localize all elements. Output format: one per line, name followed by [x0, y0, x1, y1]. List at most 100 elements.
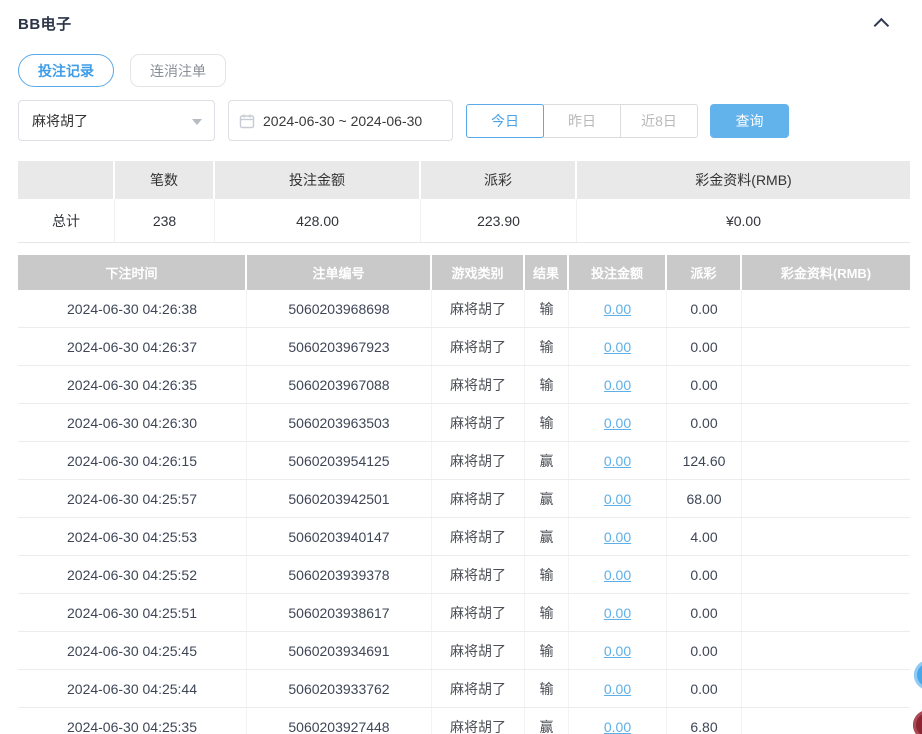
payout-cell: 68.00 — [667, 480, 742, 517]
jackpot-cell — [742, 556, 910, 593]
result-cell: 输 — [525, 404, 569, 441]
game-type-cell: 麻将胡了 — [432, 404, 525, 441]
bet-amount-link[interactable]: 0.00 — [604, 605, 631, 621]
bet-amount-link[interactable]: 0.00 — [604, 491, 631, 507]
chevron-up-icon — [873, 17, 889, 33]
jackpot-cell — [742, 670, 910, 707]
table-row: 2024-06-30 04:25:51 5060203938617 麻将胡了输 0.0… — [18, 594, 910, 632]
result-cell: 赢 — [525, 480, 569, 517]
game-select[interactable]: 麻将胡了 — [18, 100, 215, 141]
total-jackpot: ¥0.00 — [725, 212, 762, 229]
order-number-cell: 5060203933762 — [247, 670, 432, 707]
game-type-cell: 麻将胡了 — [432, 328, 525, 365]
payout-cell: 124.60 — [667, 442, 742, 479]
bet-amount-cell: 0.00 — [569, 632, 667, 669]
bet-amount-cell: 0.00 — [569, 708, 667, 734]
range-last8days-button[interactable]: 近8日 — [620, 103, 698, 138]
table-row: 2024-06-30 04:25:53 5060203940147 麻将胡了赢 0.0… — [18, 518, 910, 556]
panel-header: BB电子 — [18, 10, 910, 36]
game-type-cell: 麻将胡了 — [432, 518, 525, 555]
jackpot-cell — [742, 632, 910, 669]
range-today-button[interactable]: 今日 — [466, 103, 544, 138]
table-row: 2024-06-30 04:25:52 5060203939378 麻将胡了输 0.0… — [18, 556, 910, 594]
range-yesterday-button[interactable]: 昨日 — [543, 103, 621, 138]
game-type-cell: 麻将胡了 — [432, 556, 525, 593]
result-cell: 赢 — [525, 518, 569, 555]
summary-col-bet-amount: 投注金额 — [215, 161, 421, 199]
payout-cell: 0.00 — [667, 670, 742, 707]
jackpot-cell — [742, 328, 910, 365]
bet-amount-cell: 0.00 — [569, 594, 667, 631]
col-order-number: 注单编号 — [247, 255, 432, 290]
summary-col-blank — [18, 161, 115, 199]
bet-amount-link[interactable]: 0.00 — [604, 681, 631, 697]
payout-cell: 0.00 — [667, 632, 742, 669]
bet-amount-link[interactable]: 0.00 — [604, 719, 631, 734]
query-button[interactable]: 查询 — [710, 103, 789, 138]
order-number-cell: 5060203967088 — [247, 366, 432, 403]
game-type-cell: 麻将胡了 — [432, 594, 525, 631]
total-bet-amount: 428.00 — [215, 199, 421, 242]
floating-action-button[interactable] — [913, 710, 922, 734]
bet-amount-cell: 0.00 — [569, 328, 667, 365]
bet-amount-cell: 0.00 — [569, 556, 667, 593]
game-type-cell: 麻将胡了 — [432, 708, 525, 734]
bet-amount-link[interactable]: 0.00 — [604, 567, 631, 583]
records-table: 下注时间 注单编号 游戏类别 结果 投注金额 派彩 彩金资料(RMB) 2024… — [18, 255, 910, 734]
quick-range-group: 今日 昨日 近8日 — [466, 103, 698, 138]
bet-time-cell: 2024-06-30 04:25:51 — [18, 594, 247, 631]
bet-amount-link[interactable]: 0.00 — [604, 529, 631, 545]
tab-cancelled-orders[interactable]: 连消注单 — [130, 54, 226, 87]
order-number-cell: 5060203934691 — [247, 632, 432, 669]
game-type-cell: 麻将胡了 — [432, 670, 525, 707]
calendar-icon — [239, 113, 255, 129]
game-type-cell: 麻将胡了 — [432, 632, 525, 669]
floating-service-button[interactable] — [914, 660, 922, 690]
tab-label: 连消注单 — [150, 62, 206, 79]
bet-amount-cell: 0.00 — [569, 442, 667, 479]
summary-col-count: 笔数 — [115, 161, 215, 199]
bet-amount-link[interactable]: 0.00 — [604, 339, 631, 355]
collapse-panel-button[interactable] — [870, 12, 896, 34]
bet-amount-link[interactable]: 0.00 — [604, 301, 631, 317]
game-select-value: 麻将胡了 — [32, 112, 88, 129]
game-type-cell: 麻将胡了 — [432, 290, 525, 327]
bet-time-cell: 2024-06-30 04:25:45 — [18, 632, 247, 669]
total-count: 238 — [115, 199, 215, 242]
bet-amount-link[interactable]: 0.00 — [604, 453, 631, 469]
result-cell: 输 — [525, 632, 569, 669]
bet-time-cell: 2024-06-30 04:26:35 — [18, 366, 247, 403]
result-cell: 输 — [525, 556, 569, 593]
bet-time-cell: 2024-06-30 04:25:53 — [18, 518, 247, 555]
bet-time-cell: 2024-06-30 04:25:57 — [18, 480, 247, 517]
records-body: 2024-06-30 04:26:38 5060203968698 麻将胡了输 0.0… — [18, 290, 910, 734]
bet-amount-cell: 0.00 — [569, 404, 667, 441]
order-number-cell: 5060203942501 — [247, 480, 432, 517]
date-range-input[interactable]: 2024-06-30 ~ 2024-06-30 — [228, 100, 453, 141]
bet-time-cell: 2024-06-30 04:26:37 — [18, 328, 247, 365]
records-header-row: 下注时间 注单编号 游戏类别 结果 投注金额 派彩 彩金资料(RMB) — [18, 255, 910, 290]
order-number-cell: 5060203939378 — [247, 556, 432, 593]
payout-cell: 0.00 — [667, 366, 742, 403]
summary-table: 笔数 投注金额 派彩 彩金资料(RMB) 总计 238 428.00 223.9… — [18, 161, 910, 243]
bet-time-cell: 2024-06-30 04:26:15 — [18, 442, 247, 479]
tab-bet-records[interactable]: 投注记录 — [18, 54, 114, 87]
bet-amount-cell: 0.00 — [569, 480, 667, 517]
jackpot-cell — [742, 594, 910, 631]
col-payout: 派彩 — [667, 255, 742, 290]
table-row: 2024-06-30 04:25:45 5060203934691 麻将胡了输 0.0… — [18, 632, 910, 670]
table-row: 2024-06-30 04:26:35 5060203967088 麻将胡了输 0.0… — [18, 366, 910, 404]
jackpot-cell — [742, 366, 910, 403]
col-bet-time: 下注时间 — [18, 255, 247, 290]
jackpot-cell — [742, 708, 910, 734]
bet-time-cell: 2024-06-30 04:25:35 — [18, 708, 247, 734]
payout-cell: 0.00 — [667, 328, 742, 365]
result-cell: 输 — [525, 366, 569, 403]
tab-bar: 投注记录 连消注单 — [18, 54, 910, 87]
filter-bar: 麻将胡了 2024-06-30 ~ 2024-06-30 今日 昨日 近8日 查… — [18, 100, 910, 141]
bet-amount-link[interactable]: 0.00 — [604, 415, 631, 431]
col-bet-amount: 投注金额 — [569, 255, 667, 290]
bet-amount-link[interactable]: 0.00 — [604, 643, 631, 659]
payout-cell: 0.00 — [667, 556, 742, 593]
bet-amount-link[interactable]: 0.00 — [604, 377, 631, 393]
